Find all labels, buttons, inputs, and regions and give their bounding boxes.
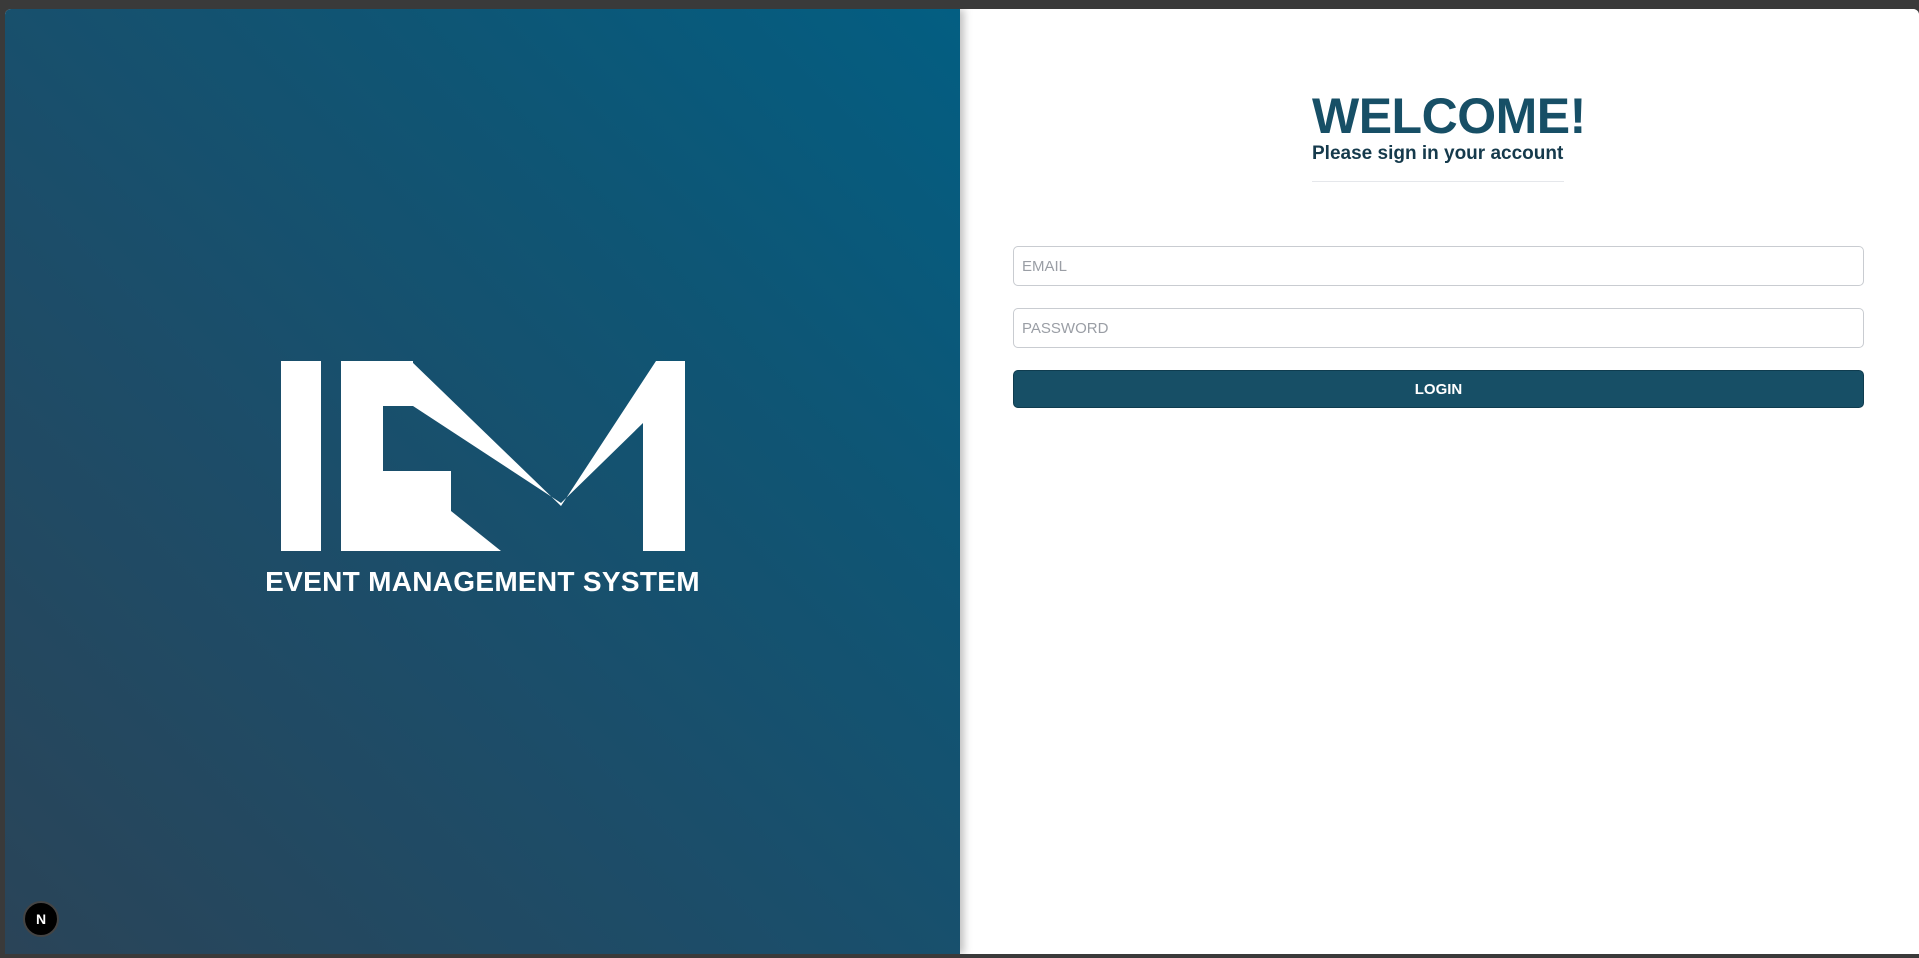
iem-logo [281,361,685,551]
password-field[interactable] [1013,308,1864,348]
email-field[interactable] [1013,246,1864,286]
page-subtitle: Please sign in your account [1312,143,1564,164]
login-panel: WELCOME! Please sign in your account LOG… [960,9,1919,954]
header-divider [1312,181,1564,182]
login-button[interactable]: LOGIN [1013,370,1864,408]
page-title: WELCOME! [1312,88,1586,144]
app-window: EVENT MANAGEMENT SYSTEM N WELCOME! Pleas… [5,9,1919,954]
brand-panel: EVENT MANAGEMENT SYSTEM N [5,9,960,954]
login-header: WELCOME! Please sign in your account [1312,88,1586,182]
nextjs-dev-badge-icon[interactable]: N [23,901,59,937]
brand-name: EVENT MANAGEMENT SYSTEM [265,566,700,597]
